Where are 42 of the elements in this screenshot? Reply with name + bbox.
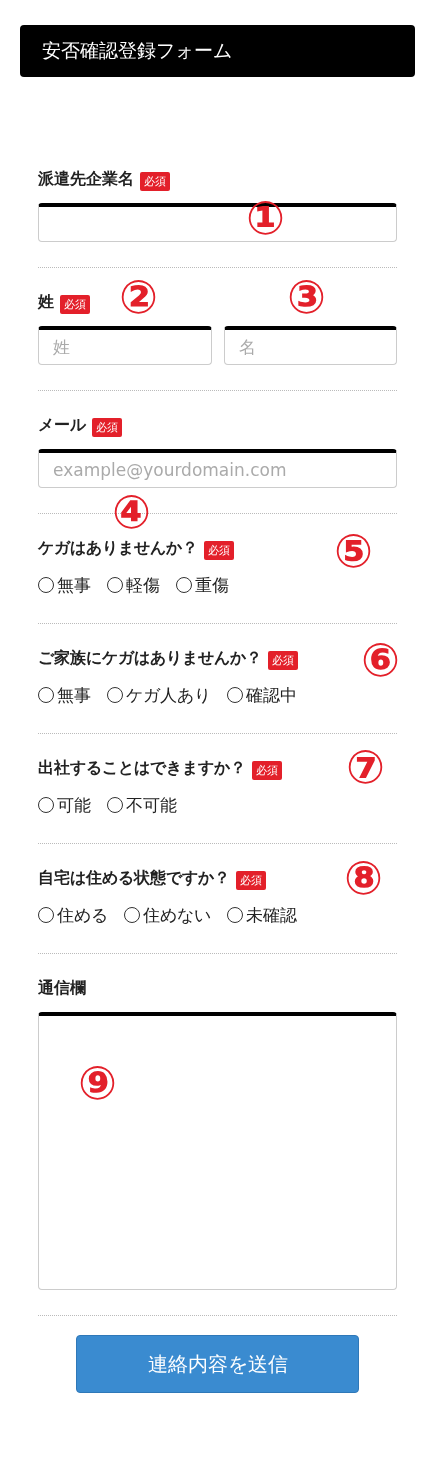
- radio-option[interactable]: 不可能: [107, 793, 177, 817]
- field-label: 派遣先企業名: [38, 168, 134, 190]
- required-badge: 必須: [236, 870, 266, 890]
- submit-button[interactable]: 連絡内容を送信: [76, 1335, 359, 1393]
- radio-option[interactable]: 軽傷: [107, 573, 160, 597]
- number-marker: ⑦: [346, 744, 385, 790]
- field-label: 通信欄: [38, 977, 86, 999]
- required-badge: 必須: [268, 650, 298, 670]
- radio-option[interactable]: 無事: [38, 683, 91, 707]
- number-marker: ③: [287, 274, 326, 320]
- radio-option[interactable]: 住めない: [124, 903, 211, 927]
- field-label: 姓: [38, 291, 54, 313]
- text-field[interactable]: 姓: [38, 326, 212, 365]
- number-marker: ②: [119, 274, 158, 320]
- radio-option[interactable]: 可能: [38, 793, 91, 817]
- message-field[interactable]: [38, 1012, 397, 1290]
- number-marker: ⑧: [344, 855, 383, 901]
- field-label: メール: [38, 414, 86, 436]
- radio-option[interactable]: 確認中: [227, 683, 297, 707]
- radio-option[interactable]: 未確認: [227, 903, 297, 927]
- radio-option[interactable]: 無事: [38, 573, 91, 597]
- text-field[interactable]: 名: [223, 326, 397, 365]
- number-marker: ⑤: [334, 528, 373, 574]
- field-label: 出社することはできますか？: [38, 757, 246, 779]
- required-badge: 必須: [252, 760, 282, 780]
- text-field[interactable]: [38, 203, 397, 242]
- radio-option[interactable]: 住める: [38, 903, 108, 927]
- required-badge: 必須: [140, 171, 170, 191]
- required-badge: 必須: [204, 540, 234, 560]
- field-label: ご家族にケガはありませんか？: [38, 647, 262, 669]
- required-badge: 必須: [92, 417, 122, 437]
- number-marker: ①: [246, 195, 285, 241]
- required-badge: 必須: [60, 294, 90, 314]
- text-field[interactable]: example@yourdomain.com: [38, 449, 397, 488]
- field-label: ケガはありませんか？: [38, 537, 198, 559]
- form-title: 安否確認登録フォーム: [42, 38, 232, 63]
- field-label: 自宅は住める状態ですか？: [38, 867, 230, 889]
- radio-option[interactable]: ケガ人あり: [107, 683, 211, 707]
- radio-option[interactable]: 重傷: [176, 573, 229, 597]
- number-marker: ⑨: [78, 1060, 117, 1106]
- number-marker: ④: [112, 489, 151, 535]
- number-marker: ⑥: [361, 637, 400, 683]
